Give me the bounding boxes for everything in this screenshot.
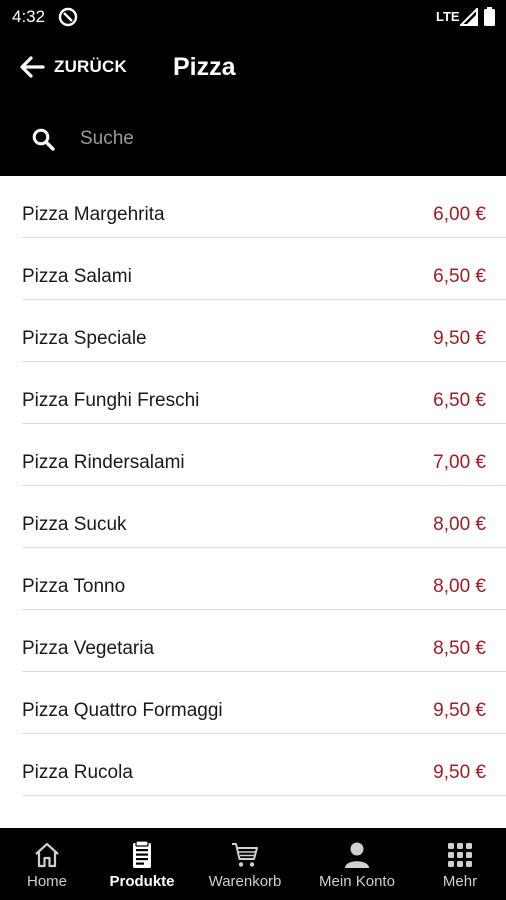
product-price: 6,50 € bbox=[433, 266, 486, 287]
product-price: 9,50 € bbox=[433, 762, 486, 783]
product-name: Pizza Funghi Freschi bbox=[22, 390, 200, 411]
product-name: Pizza Speciale bbox=[22, 328, 147, 349]
status-time: 4:32 bbox=[12, 7, 46, 26]
account-icon bbox=[345, 842, 369, 868]
nav-item-account[interactable]: Mein Konto bbox=[308, 828, 406, 900]
more-grid-icon bbox=[448, 843, 472, 867]
app-notification-icon bbox=[58, 7, 78, 27]
product-price: 6,50 € bbox=[433, 390, 486, 411]
product-price: 9,50 € bbox=[433, 328, 486, 349]
product-row[interactable]: Pizza Margehrita 6,00 € bbox=[22, 176, 506, 238]
product-row[interactable]: Pizza Quattro Formaggi 9,50 € bbox=[22, 672, 506, 734]
back-button[interactable]: ZURÜCK bbox=[18, 46, 127, 88]
product-price: 7,00 € bbox=[433, 452, 486, 473]
product-price: 8,00 € bbox=[433, 514, 486, 535]
search-icon[interactable] bbox=[31, 127, 55, 151]
nav-item-products[interactable]: Produkte bbox=[97, 828, 187, 900]
product-row[interactable]: Pizza Speciale 9,50 € bbox=[22, 300, 506, 362]
product-name: Pizza Quattro Formaggi bbox=[22, 700, 223, 721]
home-icon bbox=[35, 842, 59, 868]
nav-label-home: Home bbox=[26, 873, 67, 890]
product-name: Pizza Sucuk bbox=[22, 514, 127, 535]
product-name: Pizza Rucola bbox=[22, 762, 133, 783]
product-price: 9,50 € bbox=[433, 700, 486, 721]
network-type-label: LTE bbox=[436, 9, 460, 24]
product-row[interactable]: Pizza Funghi Freschi 6,50 € bbox=[22, 362, 506, 424]
nav-item-cart[interactable]: Warenkorb bbox=[197, 828, 293, 900]
product-row[interactable]: Pizza Vegetaria 8,50 € bbox=[22, 610, 506, 672]
product-row[interactable]: Pizza Salami 6,50 € bbox=[22, 238, 506, 300]
product-row[interactable]: Pizza Tonno 8,00 € bbox=[22, 548, 506, 610]
bottom-navigation: Home Produkte Warenkorb Mein Konto Mehr bbox=[0, 828, 506, 900]
cart-icon bbox=[232, 843, 258, 867]
search-input[interactable] bbox=[80, 122, 480, 156]
status-bar: 4:32 LTE bbox=[0, 0, 506, 34]
nav-item-home[interactable]: Home bbox=[2, 828, 92, 900]
back-button-label: ZURÜCK bbox=[54, 57, 127, 76]
nav-label-more: Mehr bbox=[442, 873, 478, 890]
battery-icon bbox=[484, 7, 495, 26]
page-title: Pizza bbox=[173, 53, 236, 81]
product-name: Pizza Rindersalami bbox=[22, 452, 185, 473]
signal-icon bbox=[460, 8, 478, 26]
product-list: Pizza Margehrita 6,00 € Pizza Salami 6,50 €… bbox=[0, 176, 506, 828]
app-bar: ZURÜCK Pizza bbox=[0, 34, 506, 100]
product-name: Pizza Tonno bbox=[22, 576, 126, 597]
nav-label-account: Mein Konto bbox=[319, 873, 395, 890]
product-name: Pizza Salami bbox=[22, 266, 132, 287]
product-price: 8,50 € bbox=[433, 638, 486, 659]
products-icon bbox=[133, 840, 151, 868]
product-row[interactable]: Pizza Sucuk 8,00 € bbox=[22, 486, 506, 548]
product-row[interactable]: Pizza Rindersalami 7,00 € bbox=[22, 424, 506, 486]
product-name: Pizza Vegetaria bbox=[22, 638, 155, 659]
arrow-left-icon bbox=[20, 56, 45, 78]
nav-label-products: Produkte bbox=[109, 873, 175, 890]
product-row[interactable]: Pizza Rucola 9,50 € bbox=[22, 734, 506, 796]
nav-item-more[interactable]: Mehr bbox=[420, 828, 500, 900]
product-price: 6,00 € bbox=[433, 204, 486, 225]
product-name: Pizza Margehrita bbox=[22, 204, 165, 225]
search-bar bbox=[0, 100, 506, 176]
product-price: 8,00 € bbox=[433, 576, 486, 597]
nav-label-cart: Warenkorb bbox=[208, 873, 282, 890]
